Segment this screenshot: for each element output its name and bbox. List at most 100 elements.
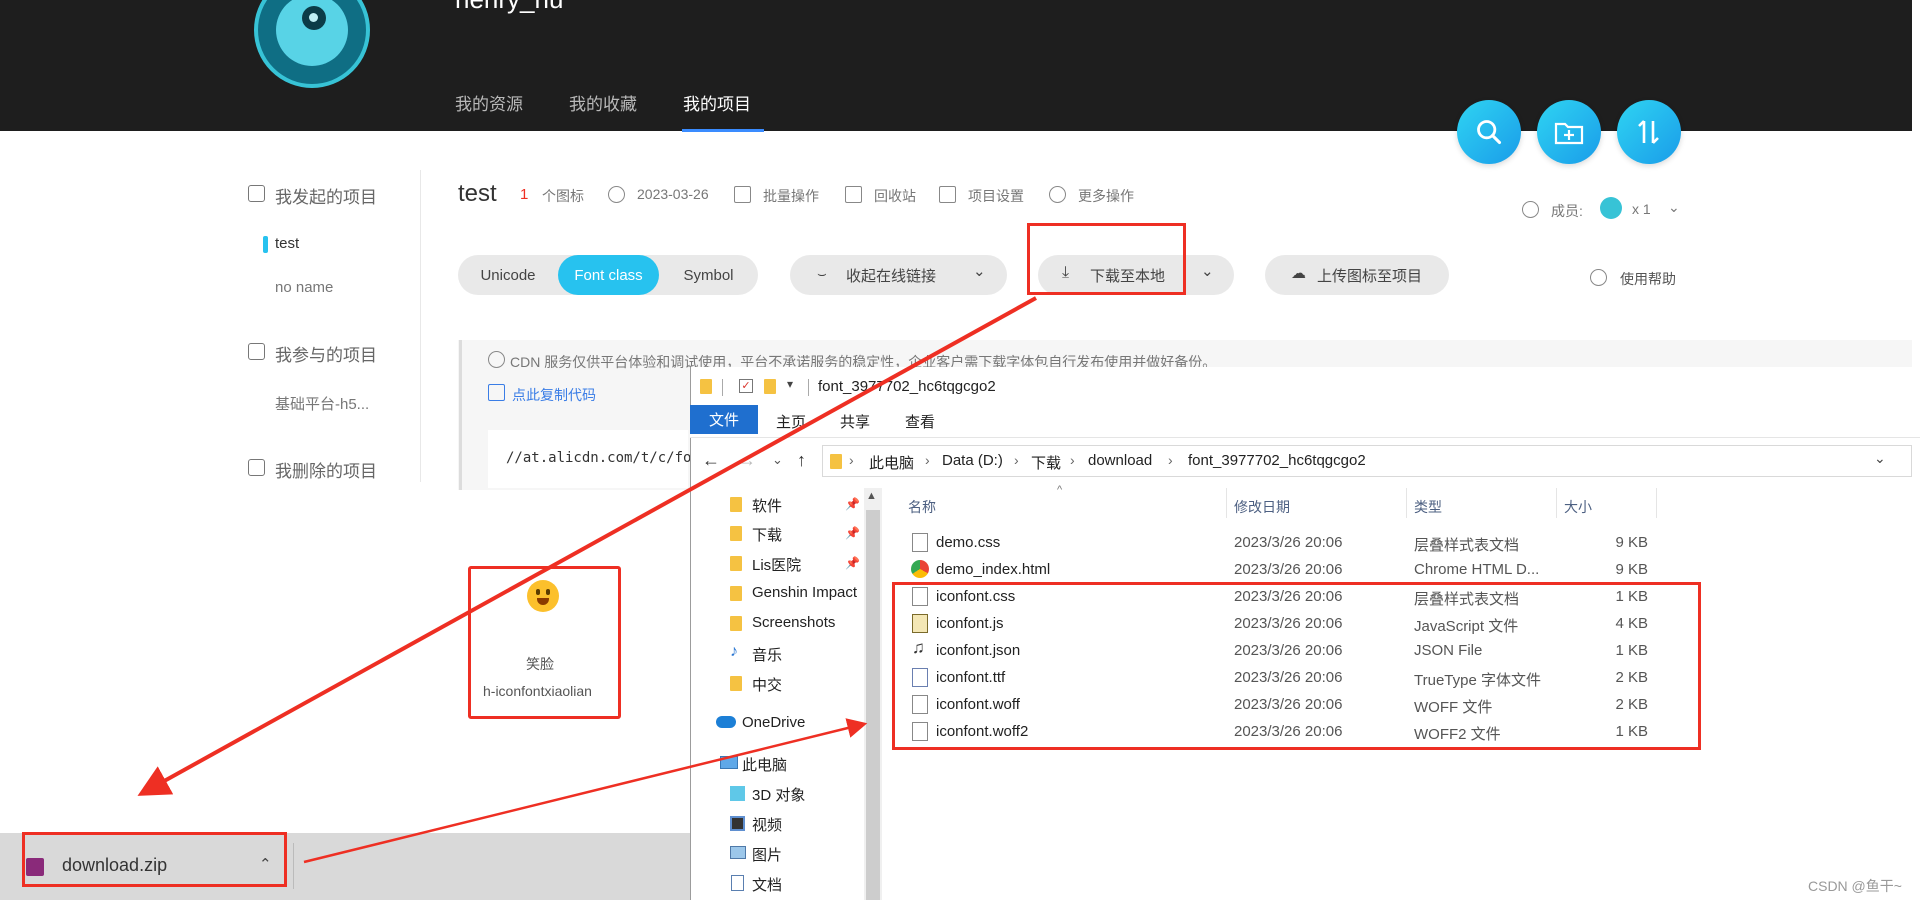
nav-item-genshin[interactable]: Genshin Impact (752, 584, 864, 601)
sidebar-item-no-name[interactable]: no name (275, 279, 333, 296)
column-divider[interactable] (1406, 488, 1407, 518)
breadcrumb-this-pc[interactable]: 此电脑 (869, 452, 914, 473)
nav-item-this-pc[interactable]: 此电脑 (742, 754, 787, 775)
video-icon (730, 816, 745, 831)
new-folder-icon[interactable] (764, 379, 776, 394)
copy-icon (488, 384, 505, 401)
nav-pane-scroll-thumb[interactable] (866, 510, 880, 900)
members-count: x 1 (1632, 201, 1651, 217)
tab-my-resources[interactable]: 我的资源 (455, 90, 523, 115)
members-icon (1522, 201, 1539, 218)
address-dropdown-icon[interactable]: ⌄ (1874, 450, 1886, 467)
breadcrumb-download-cn[interactable]: 下载 (1031, 452, 1061, 473)
address-bar-edge (1912, 445, 1920, 477)
breadcrumb-font-folder[interactable]: font_3977702_hc6tqgcgo2 (1188, 452, 1366, 469)
project-settings-link[interactable]: 项目设置 (968, 186, 1024, 206)
nav-item-pictures[interactable]: 图片 (752, 844, 782, 865)
sidebar-item-joined[interactable]: 基础平台-h5... (275, 393, 369, 414)
cloud-icon (716, 716, 736, 728)
column-divider[interactable] (1226, 488, 1227, 518)
recent-locations-icon[interactable]: ⌄ (772, 452, 783, 468)
nav-item-onedrive[interactable]: OneDrive (742, 714, 805, 731)
window-title: font_3977702_hc6tqgcgo2 (818, 378, 996, 395)
nav-item-documents[interactable]: 文档 (752, 874, 782, 895)
more-icon (1049, 186, 1066, 203)
member-avatar[interactable] (1600, 197, 1622, 219)
collapse-link-label: 收起在线链接 (846, 268, 937, 285)
search-button[interactable] (1457, 100, 1521, 164)
breadcrumb-download[interactable]: download (1088, 452, 1152, 469)
menu-view[interactable]: 查看 (905, 411, 935, 432)
properties-icon[interactable]: ✓ (739, 379, 753, 393)
menu-share[interactable]: 共享 (840, 411, 870, 432)
more-operations-link[interactable]: 更多操作 (1078, 186, 1134, 206)
sort-button[interactable] (1617, 100, 1681, 164)
ribbon-menu-bar (690, 405, 1920, 438)
cdn-code-text: //at.alicdn.com/t/c/fo (506, 450, 692, 466)
breadcrumb-separator: › (1168, 452, 1173, 468)
column-header-date[interactable]: 修改日期 (1234, 497, 1290, 517)
file-type: Chrome HTML D... (1414, 561, 1540, 578)
menu-home[interactable]: 主页 (776, 411, 806, 432)
menu-file[interactable]: 文件 (690, 405, 758, 434)
batch-operation-link[interactable]: 批量操作 (763, 186, 819, 206)
column-header-size[interactable]: 大小 (1564, 497, 1592, 517)
icon-count: 1 (520, 186, 529, 203)
download-bar-divider (293, 843, 294, 889)
cdn-code-block[interactable]: //at.alicdn.com/t/c/fo (488, 430, 692, 488)
file-size: 9 KB (1615, 561, 1648, 578)
column-header-name[interactable]: 名称 (908, 497, 936, 517)
project-title: test (458, 180, 497, 207)
deleted-doc-icon (248, 459, 265, 476)
active-item-marker (263, 236, 268, 253)
folder-icon (730, 556, 742, 571)
pin-icon: 📌 (845, 526, 860, 540)
column-divider[interactable] (1556, 488, 1557, 518)
column-header-type[interactable]: 类型 (1414, 497, 1442, 517)
nav-item-3d-objects[interactable]: 3D 对象 (752, 784, 805, 805)
sidebar-divider (420, 170, 421, 482)
segment-font-class[interactable]: Font class (558, 255, 659, 295)
nav-item-music[interactable]: 音乐 (752, 644, 782, 665)
help-icon (1590, 269, 1607, 286)
column-divider[interactable] (1656, 488, 1657, 518)
nav-item-screenshots[interactable]: Screenshots (752, 614, 835, 631)
chevron-down-icon[interactable]: ⌄ (1201, 262, 1214, 280)
recycle-bin-link[interactable]: 回收站 (874, 186, 916, 206)
segment-symbol[interactable]: Symbol (659, 255, 758, 295)
folder-icon (730, 676, 742, 691)
quick-access-dropdown-icon[interactable]: ▾ (787, 377, 793, 391)
nav-item-downloads[interactable]: 下载 (752, 524, 782, 545)
nav-item-videos[interactable]: 视频 (752, 814, 782, 835)
nav-item-software[interactable]: 软件 (752, 495, 782, 516)
segment-unicode[interactable]: Unicode (458, 255, 558, 295)
icon-class-name: h-iconfontxiaolian (483, 683, 592, 699)
copy-code-link[interactable]: 点此复制代码 (512, 385, 596, 405)
highlight-box-download (1027, 223, 1186, 295)
upload-cloud-icon: ☁ (1291, 265, 1306, 282)
clock-icon (608, 186, 625, 203)
help-link[interactable]: 使用帮助 (1620, 269, 1676, 289)
nav-item-zhongjiao[interactable]: 中交 (752, 674, 782, 695)
up-arrow-icon[interactable]: ↑ (797, 450, 806, 471)
grid-icon (734, 186, 751, 203)
chevron-down-icon[interactable]: ⌄ (1668, 199, 1680, 216)
forward-arrow-icon[interactable]: → (738, 450, 756, 471)
tab-my-favorites[interactable]: 我的收藏 (569, 90, 637, 115)
scroll-up-icon[interactable]: ▲ (866, 490, 877, 502)
nav-item-lis-hospital[interactable]: Lis医院 (752, 554, 801, 575)
new-folder-button[interactable] (1537, 100, 1601, 164)
sidebar-item-test[interactable]: test (275, 235, 299, 252)
sidebar-header-deleted[interactable]: 我删除的项目 (275, 457, 377, 482)
folder-icon (700, 379, 712, 394)
folder-icon (730, 526, 742, 541)
tab-my-projects[interactable]: 我的项目 (683, 90, 751, 115)
file-date: 2023/3/26 20:06 (1234, 534, 1343, 551)
watermark: CSDN @鱼干~ (1808, 878, 1902, 894)
pin-icon: 📌 (845, 556, 860, 570)
smiley-icon (527, 580, 559, 612)
breadcrumb-data-d[interactable]: Data (D:) (942, 452, 1003, 469)
sidebar-header-created: 我发起的项目 (275, 188, 377, 207)
back-arrow-icon[interactable]: ← (702, 450, 720, 471)
computer-icon (720, 756, 738, 769)
